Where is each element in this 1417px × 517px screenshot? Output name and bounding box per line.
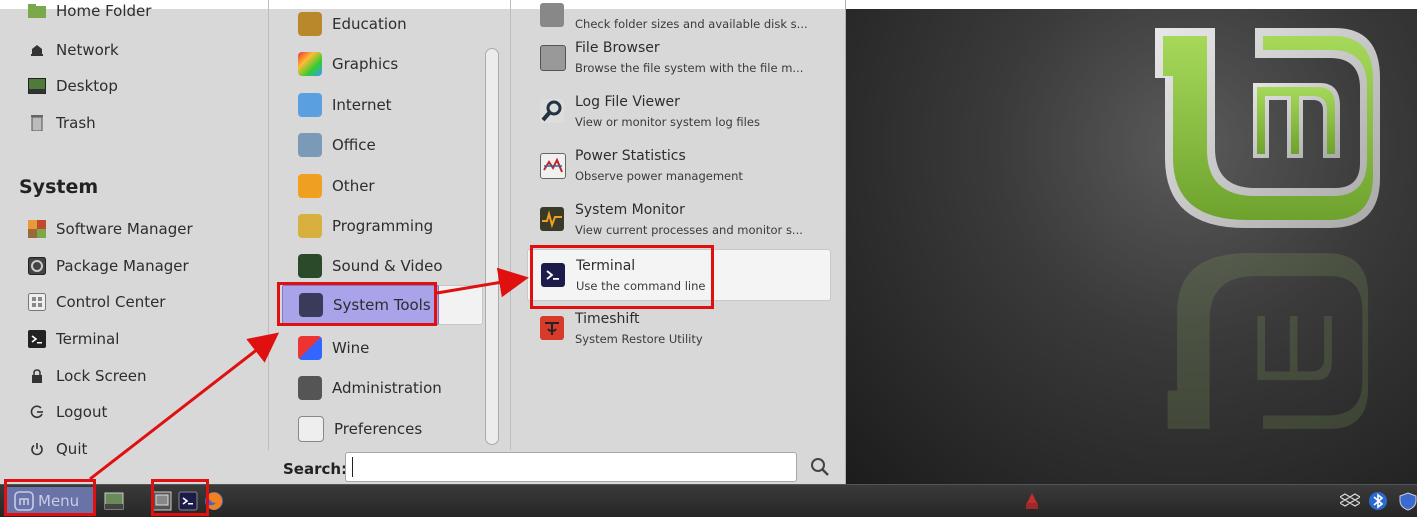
wine-icon [298, 336, 322, 360]
app-log-file-viewer[interactable]: Log File Viewer View or monitor system l… [527, 86, 829, 136]
internet-icon [298, 93, 322, 117]
system-item-package-manager[interactable]: Package Manager [28, 253, 189, 279]
software-manager-icon [28, 220, 46, 238]
timeshift-icon [540, 316, 564, 340]
category-graphics[interactable]: Graphics [282, 45, 482, 83]
place-trash[interactable]: Trash [28, 110, 96, 136]
file-browser-icon [540, 45, 566, 71]
desktop-icon [28, 77, 46, 95]
category-other[interactable]: Other [282, 167, 482, 205]
category-education[interactable]: Education [282, 5, 482, 43]
control-center-icon [28, 293, 46, 311]
show-desktop-icon[interactable] [104, 491, 124, 511]
pane-separator [268, 0, 269, 450]
lock-icon [28, 367, 46, 385]
other-icon [298, 174, 322, 198]
bluetooth-icon[interactable] [1368, 491, 1388, 511]
disk-usage-icon [540, 3, 564, 27]
annotation-box-menu [4, 479, 96, 516]
category-office[interactable]: Office [282, 126, 482, 164]
places-pane: Home Folder Network Desktop Trash System [0, 0, 268, 484]
top-strip [845, 0, 1417, 9]
logout-icon [28, 403, 46, 421]
search-caret [352, 457, 353, 477]
dropbox-icon[interactable] [1340, 491, 1360, 511]
log-viewer-icon [540, 99, 564, 123]
annotation-box-terminal [530, 245, 714, 309]
categories-scrollbar[interactable] [485, 48, 499, 445]
power-statistics-icon [540, 153, 566, 179]
education-icon [298, 12, 322, 36]
category-administration[interactable]: Administration [282, 369, 482, 407]
place-home-folder[interactable]: Home Folder [28, 0, 151, 24]
power-icon [28, 440, 46, 458]
network-icon [28, 41, 46, 59]
place-desktop[interactable]: Desktop [28, 73, 118, 99]
search-label: Search: [283, 460, 348, 478]
package-manager-icon [28, 257, 46, 275]
application-menu: Home Folder Network Desktop Trash System [0, 0, 846, 484]
terminal-icon [28, 330, 46, 348]
update-manager-icon[interactable] [1022, 491, 1042, 511]
app-system-monitor[interactable]: System Monitor View current processes an… [527, 194, 829, 244]
app-power-statistics[interactable]: Power Statistics Observe power managemen… [527, 140, 829, 190]
graphics-icon [298, 52, 322, 76]
annotation-box-system-tools [277, 282, 437, 326]
sound-video-icon [298, 254, 322, 278]
system-item-lock-screen[interactable]: Lock Screen [28, 363, 147, 389]
home-folder-icon [28, 2, 46, 20]
trash-icon [28, 114, 46, 132]
place-network[interactable]: Network [28, 37, 119, 63]
category-programming[interactable]: Programming [282, 207, 482, 245]
linux-mint-logo [1155, 28, 1380, 228]
administration-icon [298, 376, 322, 400]
category-internet[interactable]: Internet [282, 86, 482, 124]
system-item-terminal[interactable]: Terminal [28, 326, 119, 352]
selected-category-extension [438, 285, 483, 325]
category-wine[interactable]: Wine [282, 329, 482, 367]
taskbar: Menu [0, 484, 1417, 517]
system-monitor-icon [540, 207, 564, 231]
preferences-icon [298, 416, 324, 442]
office-icon [298, 133, 322, 157]
search-input[interactable] [345, 452, 797, 482]
programming-icon [298, 214, 322, 238]
app-file-browser[interactable]: File Browser Browse the file system with… [527, 32, 829, 82]
system-item-software-manager[interactable]: Software Manager [28, 216, 193, 242]
system-section-title: System [19, 176, 99, 198]
shield-icon[interactable] [1398, 491, 1417, 511]
category-sound-video[interactable]: Sound & Video [282, 247, 482, 285]
system-item-logout[interactable]: Logout [28, 399, 107, 425]
system-item-control-center[interactable]: Control Center [28, 289, 165, 315]
desktop-background [845, 0, 1417, 484]
category-preferences[interactable]: Preferences [282, 410, 482, 448]
app-timeshift[interactable]: Timeshift System Restore Utility [527, 303, 829, 353]
system-item-quit[interactable]: Quit [28, 436, 87, 462]
logo-reflection [1167, 253, 1369, 429]
annotation-box-taskbar-terminal [151, 479, 209, 516]
apps-separator [510, 0, 511, 450]
search-icon[interactable] [808, 455, 832, 479]
